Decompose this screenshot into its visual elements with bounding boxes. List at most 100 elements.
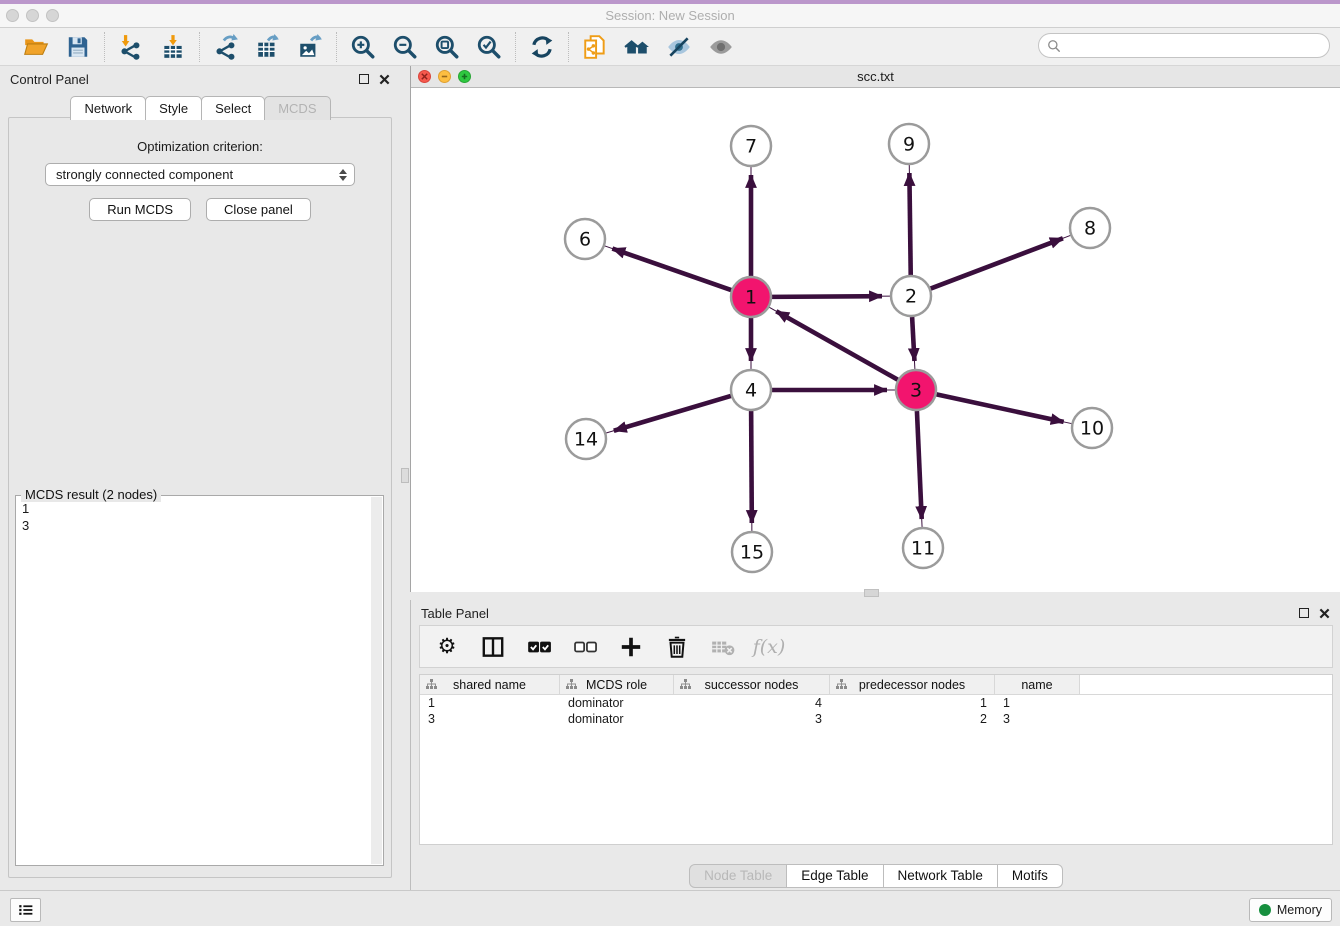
- import-network-icon[interactable]: [117, 33, 145, 61]
- delete-columns-icon[interactable]: [664, 634, 690, 660]
- tab-network[interactable]: Network: [70, 96, 146, 120]
- graph-node-label-1: 1: [745, 287, 757, 309]
- column-label: predecessor nodes: [859, 678, 965, 692]
- table-row[interactable]: 3dominator323: [420, 711, 1332, 727]
- graph-node-label-4: 4: [745, 380, 757, 402]
- table-options-icon[interactable]: ⚙: [434, 634, 460, 660]
- column-header-successor-nodes[interactable]: successor nodes: [674, 675, 830, 694]
- graph-node-label-8: 8: [1084, 218, 1096, 240]
- column-header-shared-name[interactable]: shared name: [420, 675, 560, 694]
- graph-edge-3-10[interactable]: [936, 394, 1072, 423]
- graph-node-label-9: 9: [903, 134, 915, 156]
- column-label: shared name: [453, 678, 526, 692]
- graph-edge-4-15[interactable]: [751, 410, 752, 531]
- control-panel-title: Control Panel: [10, 72, 359, 87]
- run-mcds-button[interactable]: Run MCDS: [89, 198, 191, 221]
- float-table-panel-icon[interactable]: [1299, 608, 1309, 618]
- search-input[interactable]: [1066, 38, 1321, 53]
- add-column-icon[interactable]: [618, 634, 644, 660]
- graph-node-9[interactable]: 9: [889, 124, 929, 164]
- zoom-in-icon[interactable]: [349, 33, 377, 61]
- cell-successor-nodes: 4: [674, 696, 830, 710]
- tab-motifs[interactable]: Motifs: [997, 864, 1063, 888]
- close-panel-icon[interactable]: [379, 74, 390, 85]
- graph-node-7[interactable]: 7: [731, 126, 771, 166]
- show-eye-icon[interactable]: [707, 33, 735, 61]
- graph-node-10[interactable]: 10: [1072, 408, 1112, 448]
- node-table: shared name MCDS rolesuccessor nodes prede…: [419, 674, 1333, 845]
- select-stepper-icon: [339, 169, 347, 181]
- memory-button[interactable]: Memory: [1249, 898, 1332, 922]
- export-image-icon[interactable]: [296, 33, 324, 61]
- tab-select[interactable]: Select: [201, 96, 265, 120]
- select-all-icon[interactable]: [526, 634, 552, 660]
- result-scrollbar[interactable]: [371, 497, 382, 864]
- graph-node-6[interactable]: 6: [565, 219, 605, 259]
- vertical-splitter-handle[interactable]: [401, 468, 409, 483]
- control-panel: Control Panel NetworkStyleSelectMCDS Opt…: [0, 66, 400, 890]
- table-toolbar: ⚙ f(x): [419, 625, 1333, 668]
- graph-node-3[interactable]: 3: [896, 370, 936, 410]
- status-bar: Memory: [0, 890, 1340, 926]
- refresh-view-icon[interactable]: [528, 33, 556, 61]
- vertical-splitter[interactable]: [400, 66, 410, 890]
- duplicate-network-icon[interactable]: [581, 33, 609, 61]
- table-body: 1dominator4113dominator323: [420, 695, 1332, 727]
- graph-node-4[interactable]: 4: [731, 370, 771, 410]
- tab-mcds[interactable]: MCDS: [264, 96, 330, 120]
- graph-node-1[interactable]: 1: [731, 277, 771, 317]
- search-field[interactable]: [1038, 33, 1330, 58]
- memory-status-icon: [1259, 904, 1271, 916]
- tab-edge-table[interactable]: Edge Table: [786, 864, 883, 888]
- show-columns-icon[interactable]: [480, 634, 506, 660]
- cell-name: 1: [995, 696, 1080, 710]
- horizontal-splitter[interactable]: [410, 592, 1340, 600]
- zoom-fit-icon[interactable]: [433, 33, 461, 61]
- task-history-button[interactable]: [10, 898, 41, 922]
- export-table-icon[interactable]: [254, 33, 282, 61]
- home-icon[interactable]: [623, 33, 651, 61]
- window-title: Session: New Session: [0, 8, 1340, 23]
- export-network-icon[interactable]: [212, 33, 240, 61]
- graph-edge-3-11[interactable]: [917, 410, 922, 527]
- graph-node-11[interactable]: 11: [903, 528, 943, 568]
- graph-node-2[interactable]: 2: [891, 276, 931, 316]
- graph-node-label-14: 14: [574, 429, 598, 451]
- float-panel-icon[interactable]: [359, 74, 369, 84]
- graph-edge-1-2[interactable]: [771, 296, 890, 297]
- open-session-icon[interactable]: [22, 33, 50, 61]
- graph-node-8[interactable]: 8: [1070, 208, 1110, 248]
- close-table-panel-icon[interactable]: [1319, 608, 1330, 619]
- save-session-icon[interactable]: [64, 33, 92, 61]
- table-row[interactable]: 1dominator411: [420, 695, 1332, 711]
- graph-node-14[interactable]: 14: [566, 419, 606, 459]
- column-header-mcds-role[interactable]: MCDS role: [560, 675, 674, 694]
- mcds-result-box: MCDS result (2 nodes) 1 3: [15, 495, 384, 866]
- graph-edge-4-14[interactable]: [606, 396, 732, 433]
- graph-node-label-6: 6: [579, 229, 591, 251]
- column-header-name[interactable]: name: [995, 675, 1080, 694]
- zoom-out-icon[interactable]: [391, 33, 419, 61]
- network-graph-canvas[interactable]: 7 9 6 8 1 2 4 3 14 10 15 11: [411, 88, 1340, 591]
- graph-node-label-7: 7: [745, 136, 757, 158]
- graph-node-15[interactable]: 15: [732, 532, 772, 572]
- graph-edge-3-1[interactable]: [769, 307, 898, 380]
- network-window-titlebar: scc.txt: [411, 66, 1340, 88]
- tab-network-table[interactable]: Network Table: [883, 864, 998, 888]
- close-panel-button[interactable]: Close panel: [206, 198, 311, 221]
- import-table-icon[interactable]: [159, 33, 187, 61]
- graph-edge-1-6[interactable]: [605, 246, 732, 290]
- tab-style[interactable]: Style: [145, 96, 202, 120]
- criterion-select[interactable]: strongly connected component: [45, 163, 355, 186]
- table-panel-tabs: Node TableEdge TableNetwork TableMotifs: [411, 864, 1340, 888]
- graph-edge-2-3[interactable]: [912, 316, 915, 369]
- deselect-all-icon[interactable]: [572, 634, 598, 660]
- tab-node-table[interactable]: Node Table: [689, 864, 787, 888]
- graph-edge-2-8[interactable]: [930, 235, 1071, 288]
- graph-edge-2-9[interactable]: [909, 165, 910, 276]
- column-header-predecessor-nodes[interactable]: predecessor nodes: [830, 675, 995, 694]
- graph-node-label-3: 3: [910, 380, 922, 402]
- zoom-selected-icon[interactable]: [475, 33, 503, 61]
- hide-graphics-details-icon[interactable]: [665, 33, 693, 61]
- horizontal-splitter-handle[interactable]: [864, 589, 879, 597]
